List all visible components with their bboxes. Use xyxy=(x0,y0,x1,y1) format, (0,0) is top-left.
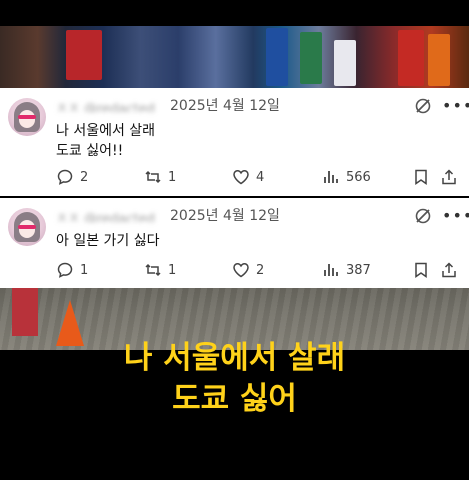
tweet-card[interactable]: ㅈㅈ @redacted 2025년 4월 12일 ••• 아 일본 가기 싫다… xyxy=(0,198,469,290)
username-blurred[interactable]: ㅈㅈ @redacted xyxy=(56,98,160,112)
share-button[interactable] xyxy=(440,166,458,188)
like-button[interactable]: 2 xyxy=(232,259,264,281)
bookmark-icon xyxy=(415,262,427,278)
retweet-button[interactable]: 1 xyxy=(144,166,176,188)
tweet-line: 나 서울에서 살래 xyxy=(56,123,156,139)
grok-icon[interactable] xyxy=(414,97,432,115)
white-sign xyxy=(334,40,356,86)
tweet-card[interactable]: ㅈㅈ @redacted 2025년 4월 12일 ••• 나 서울에서 살래 … xyxy=(0,88,469,196)
caption-line-1: 나 서울에서 살래 xyxy=(123,340,346,376)
retweet-button[interactable]: 1 xyxy=(144,259,176,281)
background-photo-top xyxy=(0,0,469,92)
orange-sign xyxy=(428,34,450,86)
tweet-text: 아 일본 가기 싫다 xyxy=(56,231,160,251)
share-icon xyxy=(442,262,456,278)
tweet-text: 나 서울에서 살래 도쿄 싫어!! xyxy=(56,121,155,161)
views-count: 387 xyxy=(346,262,371,278)
like-icon xyxy=(233,170,249,185)
username-blurred[interactable]: ㅈㅈ @redacted xyxy=(56,208,160,222)
reply-count: 2 xyxy=(80,169,89,185)
reply-icon xyxy=(57,169,73,185)
grok-icon[interactable] xyxy=(414,207,432,225)
retweet-count: 1 xyxy=(168,169,177,185)
caption-line-2: 도쿄 싫어 xyxy=(172,381,297,417)
blue-sign xyxy=(266,28,288,86)
tweet-line: 도쿄 싫어!! xyxy=(56,143,124,159)
like-button[interactable]: 4 xyxy=(232,166,264,188)
avatar[interactable] xyxy=(8,98,46,136)
tweet-date[interactable]: 2025년 4월 12일 xyxy=(170,95,280,115)
more-icon[interactable]: ••• xyxy=(442,206,469,226)
views-count: 566 xyxy=(346,169,371,185)
retweet-icon xyxy=(145,170,161,184)
views-icon xyxy=(324,171,338,183)
views-icon xyxy=(324,264,338,276)
share-button[interactable] xyxy=(440,259,458,281)
like-count: 2 xyxy=(256,262,265,278)
bookmark-icon xyxy=(415,169,427,185)
bookmark-button[interactable] xyxy=(412,166,430,188)
video-caption: 나 서울에서 살래 도쿄 싫어 xyxy=(0,338,469,420)
reply-button[interactable]: 2 xyxy=(56,166,88,188)
more-icon[interactable]: ••• xyxy=(442,96,469,116)
red-sign xyxy=(66,30,102,80)
like-icon xyxy=(233,263,249,278)
share-icon xyxy=(442,169,456,185)
reply-icon xyxy=(57,262,73,278)
retweet-icon xyxy=(145,263,161,277)
retweet-count: 1 xyxy=(168,262,177,278)
street-pole xyxy=(12,288,38,336)
views-button[interactable]: 566 xyxy=(322,166,371,188)
avatar[interactable] xyxy=(8,208,46,246)
bookmark-button[interactable] xyxy=(412,259,430,281)
green-sign xyxy=(300,32,322,84)
tweet-actions: 1 1 2 387 xyxy=(56,259,466,281)
reply-button[interactable]: 1 xyxy=(56,259,88,281)
red-sign-2 xyxy=(398,30,424,86)
reply-count: 1 xyxy=(80,262,89,278)
tweet-line: 아 일본 가기 싫다 xyxy=(56,233,160,249)
tweet-actions: 2 1 4 566 xyxy=(56,166,466,188)
like-count: 4 xyxy=(256,169,265,185)
tweet-date[interactable]: 2025년 4월 12일 xyxy=(170,205,280,225)
views-button[interactable]: 387 xyxy=(322,259,371,281)
